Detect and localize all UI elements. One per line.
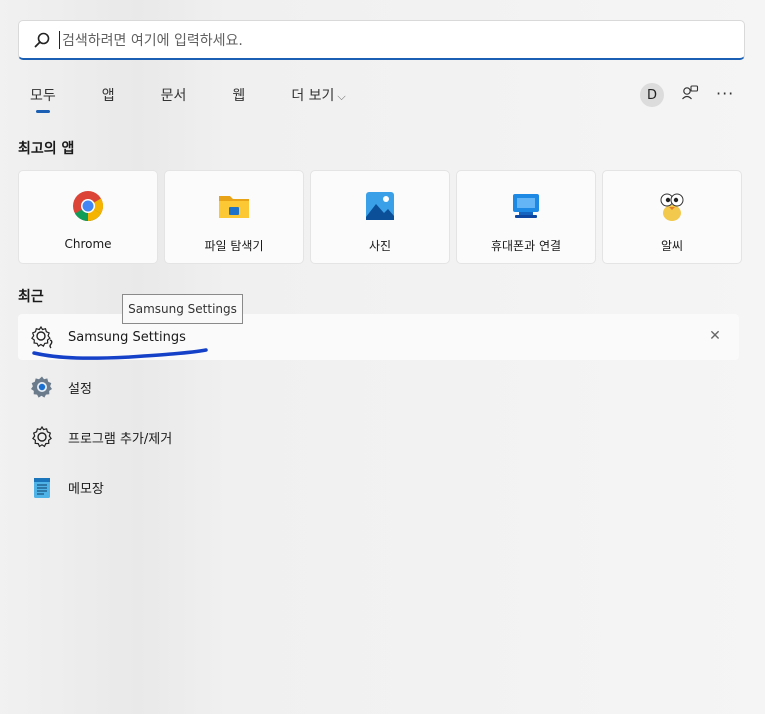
tooltip: Samsung Settings <box>122 294 243 324</box>
app-tile-label: 파일 탐색기 <box>204 239 264 253</box>
close-icon[interactable]: ✕ <box>707 328 723 344</box>
top-apps-grid: Chrome 파일 탐색기 사진 휴대폰과 연결 알씨 <box>18 170 745 264</box>
text-caret <box>59 30 60 49</box>
account-switch-icon[interactable] <box>681 84 699 102</box>
tab-web[interactable]: 웹 <box>220 83 257 113</box>
tab-all[interactable]: 모두 <box>18 83 68 113</box>
recent-item-add-remove-programs[interactable]: 프로그램 추가/제거 <box>18 414 739 460</box>
phone-link-icon <box>509 189 543 223</box>
recent-item-label: 설정 <box>68 381 92 397</box>
app-tile-label: Chrome <box>64 237 112 251</box>
tab-more[interactable]: 더 보기 ⌵ <box>279 83 357 113</box>
app-tile-phone-link[interactable]: 휴대폰과 연결 <box>456 170 596 264</box>
search-input[interactable]: 검색하려면 여기에 입력하세요. <box>62 30 243 50</box>
app-tile-chrome[interactable]: Chrome <box>18 170 158 264</box>
recent-item-label: 프로그램 추가/제거 <box>68 431 173 447</box>
tab-more-label: 더 보기 <box>291 88 335 104</box>
start-search-panel: 검색하려면 여기에 입력하세요. 모두 앱 문서 웹 더 보기 ⌵ D ··· 최… <box>0 0 765 714</box>
app-tile-alsee[interactable]: 알씨 <box>602 170 742 264</box>
recent-title: 최근 <box>18 289 44 305</box>
app-tile-file-explorer[interactable]: 파일 탐색기 <box>164 170 304 264</box>
tab-apps[interactable]: 앱 <box>90 83 127 113</box>
more-options-icon[interactable]: ··· <box>716 84 736 103</box>
tab-documents[interactable]: 문서 <box>149 83 199 113</box>
recent-item-label: 메모장 <box>68 481 104 497</box>
avatar[interactable]: D <box>640 83 664 107</box>
recent-item-notepad[interactable]: 메모장 <box>18 464 739 510</box>
recent-item-settings[interactable]: 설정 <box>18 364 739 410</box>
search-box[interactable]: 검색하려면 여기에 입력하세요. <box>18 20 745 60</box>
recent-item-label: Samsung Settings <box>68 329 186 345</box>
app-tile-photos[interactable]: 사진 <box>310 170 450 264</box>
app-tile-label: 휴대폰과 연결 <box>490 239 562 253</box>
annotation-underline <box>32 348 208 360</box>
notepad-icon <box>30 475 54 499</box>
gear-icon <box>30 425 54 449</box>
folder-icon <box>217 189 251 223</box>
alsee-icon <box>655 189 689 223</box>
filter-tabs: 모두 앱 문서 웹 더 보기 ⌵ <box>18 83 380 113</box>
photos-icon <box>363 189 397 223</box>
top-apps-title: 최고의 앱 <box>18 141 75 157</box>
chrome-icon <box>71 189 105 223</box>
app-tile-label: 사진 <box>368 239 392 253</box>
chevron-down-icon: ⌵ <box>337 90 346 103</box>
app-tile-label: 알씨 <box>660 239 684 253</box>
settings-gear-icon <box>30 375 54 399</box>
search-icon <box>33 31 51 49</box>
